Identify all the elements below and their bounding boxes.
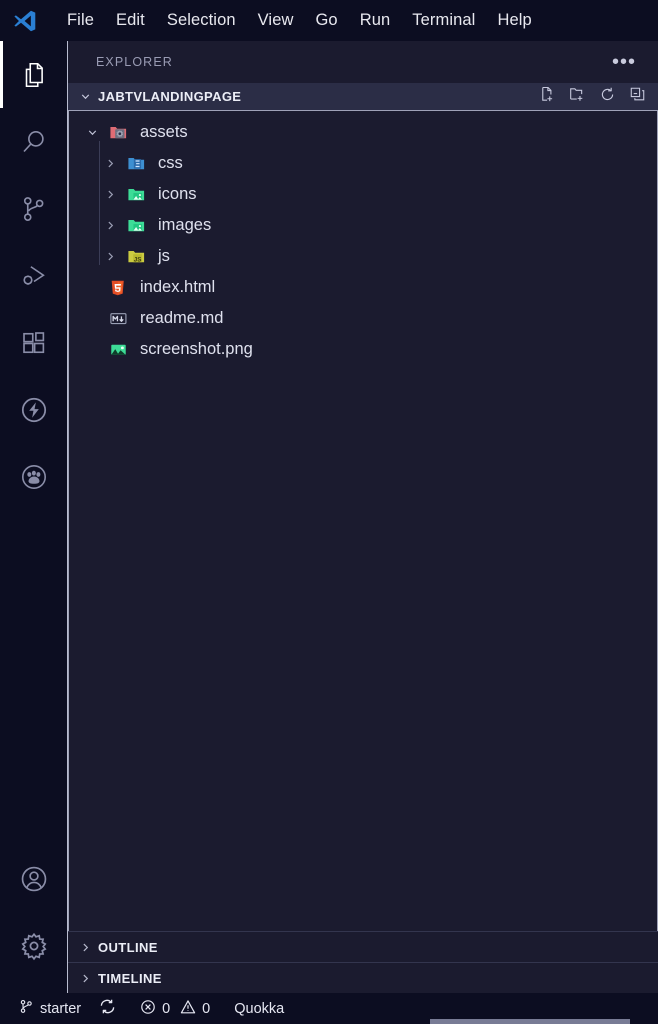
tree-item-js[interactable]: JS js	[69, 241, 657, 272]
folder-images-icon	[123, 216, 149, 235]
markdown-icon	[105, 309, 131, 328]
workbench-body: EXPLORER ••• JABTVLANDINGPAGE assets css…	[0, 41, 658, 993]
error-icon	[140, 999, 156, 1019]
menu-terminal[interactable]: Terminal	[401, 8, 486, 33]
extensions-icon	[19, 328, 49, 358]
menu-file[interactable]: File	[56, 8, 105, 33]
folder-images-icon	[123, 185, 149, 204]
status-problems[interactable]: 0 0	[131, 993, 219, 1024]
chevron-right-icon[interactable]	[78, 941, 92, 954]
folder-css-icon	[123, 154, 149, 173]
warning-count: 0	[202, 1000, 211, 1017]
chevron-right-icon[interactable]	[78, 972, 92, 985]
vscode-logo-icon	[8, 4, 42, 38]
folder-assets-icon	[105, 123, 131, 142]
activity-item-accounts[interactable]	[0, 845, 67, 912]
menu-items: File Edit Selection View Go Run Terminal…	[56, 8, 543, 33]
more-actions-icon[interactable]: •••	[612, 52, 636, 72]
chevron-right-icon[interactable]	[97, 157, 123, 170]
activity-bar-bottom	[0, 845, 67, 993]
section-outline[interactable]: OUTLINE	[68, 931, 658, 962]
file-tree-panel: assets css icons images JS js index.html…	[68, 110, 658, 931]
warning-icon	[180, 999, 196, 1019]
chevron-right-icon[interactable]	[97, 250, 123, 263]
folder-actions	[539, 86, 646, 108]
new-folder-icon[interactable]	[569, 86, 586, 108]
activity-item-search[interactable]	[0, 108, 67, 175]
page-title: EXPLORER	[96, 55, 173, 69]
activity-bar	[0, 41, 68, 993]
tree-item-label: assets	[140, 123, 188, 141]
tree-item-label: readme.md	[140, 309, 224, 327]
menu-selection[interactable]: Selection	[156, 8, 247, 33]
tree-item-readme-md[interactable]: readme.md	[69, 303, 657, 334]
refresh-icon[interactable]	[599, 86, 616, 108]
section-label: OUTLINE	[98, 939, 158, 955]
chevron-right-icon[interactable]	[97, 219, 123, 232]
new-file-icon[interactable]	[539, 86, 556, 108]
search-icon	[19, 127, 49, 157]
svg-text:JS: JS	[133, 256, 141, 263]
error-count: 0	[162, 1000, 171, 1017]
section-timeline[interactable]: TIMELINE	[68, 962, 658, 993]
lightning-bolt-icon	[18, 394, 50, 426]
file-tree: assets css icons images JS js index.html…	[69, 111, 657, 365]
image-icon	[105, 340, 131, 359]
source-control-icon	[19, 194, 49, 224]
menu-run[interactable]: Run	[349, 8, 402, 33]
status-quokka-label: Quokka	[234, 1000, 285, 1017]
tree-item-icons[interactable]: icons	[69, 179, 657, 210]
chevron-down-icon[interactable]	[79, 126, 105, 139]
sync-icon	[99, 998, 116, 1019]
menu-help[interactable]: Help	[486, 8, 542, 33]
activity-bar-top	[0, 41, 67, 510]
tree-item-css[interactable]: css	[69, 148, 657, 179]
status-branch-label: starter	[40, 1000, 82, 1017]
status-branch[interactable]: starter	[10, 993, 90, 1024]
tree-item-label: js	[158, 247, 170, 265]
activity-item-extensions[interactable]	[0, 309, 67, 376]
activity-item-run-and-debug[interactable]	[0, 242, 67, 309]
tree-item-label: css	[158, 154, 183, 172]
paw-print-icon	[18, 461, 50, 493]
indent-guide	[99, 141, 100, 265]
tree-item-label: icons	[158, 185, 197, 203]
tree-item-assets[interactable]: assets	[69, 117, 657, 148]
source-control-icon	[19, 999, 34, 1018]
chevron-right-icon[interactable]	[97, 188, 123, 201]
status-quokka[interactable]: Quokka	[225, 993, 293, 1024]
collapse-all-icon[interactable]	[629, 86, 646, 108]
section-label: TIMELINE	[98, 970, 162, 986]
activity-item-explorer[interactable]	[0, 41, 67, 108]
activity-item-quokka[interactable]	[0, 443, 67, 510]
folder-js-icon: JS	[123, 247, 149, 266]
activity-item-thunder-client[interactable]	[0, 376, 67, 443]
horizontal-scrollbar[interactable]	[430, 1019, 630, 1024]
activity-item-settings[interactable]	[0, 912, 67, 979]
menu-bar: File Edit Selection View Go Run Terminal…	[0, 0, 658, 41]
run-debug-icon	[19, 261, 49, 291]
tree-item-images[interactable]: images	[69, 210, 657, 241]
menu-go[interactable]: Go	[305, 8, 349, 33]
files-icon	[19, 60, 49, 90]
tree-item-screenshot-png[interactable]: screenshot.png	[69, 334, 657, 365]
explorer-sidebar: EXPLORER ••• JABTVLANDINGPAGE assets css…	[68, 41, 658, 993]
gear-icon	[18, 930, 50, 962]
html5-icon	[105, 279, 131, 297]
tree-item-index-html[interactable]: index.html	[69, 272, 657, 303]
status-sync[interactable]	[90, 993, 125, 1024]
activity-item-source-control[interactable]	[0, 175, 67, 242]
sidebar-title-bar: EXPLORER •••	[68, 41, 658, 83]
tree-item-label: screenshot.png	[140, 340, 253, 358]
status-bar: starter 0 0 Quokka	[0, 993, 658, 1024]
tree-item-label: index.html	[140, 278, 216, 296]
folder-header-row[interactable]: JABTVLANDINGPAGE	[68, 83, 658, 110]
root-folder-name: JABTVLANDINGPAGE	[98, 89, 242, 104]
tree-item-label: images	[158, 216, 212, 234]
menu-edit[interactable]: Edit	[105, 8, 156, 33]
chevron-down-icon[interactable]	[78, 90, 92, 103]
account-icon	[18, 863, 50, 895]
menu-view[interactable]: View	[247, 8, 305, 33]
